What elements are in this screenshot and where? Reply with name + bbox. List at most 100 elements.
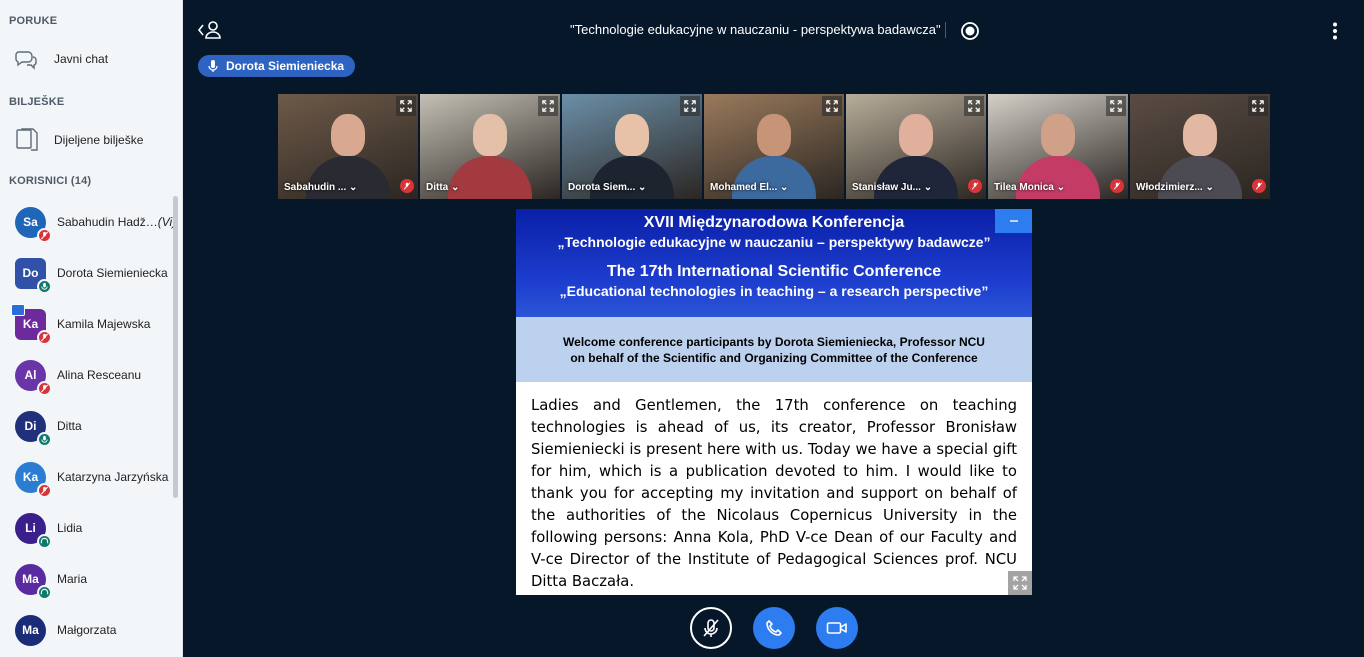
user-name: Alina Resceanu (57, 368, 141, 382)
meeting-title: "Technologie edukacyjne w nauczaniu - pe… (570, 22, 941, 37)
fullscreen-video-button[interactable] (396, 96, 416, 116)
video-tile[interactable]: Sabahudin ... ⌄ (278, 94, 418, 199)
avatar: Li (15, 512, 52, 549)
user-list-item[interactable]: Ka Katarzyna Jarzyńska (15, 459, 175, 498)
muted-microphone-icon (1252, 179, 1266, 193)
share-webcam-button[interactable] (816, 607, 858, 649)
avatar: Sa (15, 206, 52, 243)
chevron-down-icon: ⌄ (346, 182, 358, 193)
video-name: Stanisław Ju... (852, 182, 921, 193)
user-list-item[interactable]: Ma Małgorzata (15, 612, 175, 648)
expand-icon (1013, 576, 1027, 590)
fullscreen-video-button[interactable] (1106, 96, 1126, 116)
avatar: Ka (15, 461, 52, 498)
video-name-label[interactable]: Stanisław Ju... ⌄ (852, 182, 932, 193)
video-camera-icon (826, 622, 847, 634)
video-name-label[interactable]: Ditta ⌄ (426, 182, 459, 193)
avatar-initials: Ka (22, 470, 39, 484)
video-tile[interactable]: Stanisław Ju... ⌄ (846, 94, 986, 199)
video-name-label[interactable]: Włodzimierz... ⌄ (1136, 182, 1214, 193)
video-name: Tilea Monica (994, 182, 1054, 193)
video-name: Włodzimierz... (1136, 182, 1203, 193)
video-tile[interactable]: Mohamed El... ⌄ (704, 94, 844, 199)
user-name-text: Maria (57, 572, 88, 586)
users-section-title: KORISNICI (14) (9, 175, 92, 187)
chevron-down-icon: ⌄ (920, 182, 933, 193)
shared-notes-link[interactable]: Dijeljene bilješke (14, 126, 143, 154)
user-name-text: Kamila Majewska (57, 317, 151, 331)
slide-body-text: Ladies and Gentlemen, the 17th conferenc… (531, 397, 1017, 590)
fullscreen-video-button[interactable] (964, 96, 984, 116)
fullscreen-video-button[interactable] (538, 96, 558, 116)
video-name: Dorota Siem... (568, 182, 636, 193)
unmute-button[interactable] (690, 607, 732, 649)
slide-title-en: The 17th International Scientific Confer… (606, 263, 942, 280)
video-tile[interactable]: Włodzimierz... ⌄ (1130, 94, 1270, 199)
talking-indicator-name: Dorota Siemieniecka (226, 59, 345, 73)
slide-welcome-line-2: on behalf of the Scientific and Organizi… (570, 351, 978, 365)
user-list-item[interactable]: Sa Sabahudin Hadž…(Vi) (15, 204, 176, 243)
fullscreen-presentation-button[interactable] (1008, 571, 1032, 595)
presentation-slide: XVII Międzynarodowa Konferencja „Technol… (516, 209, 1032, 595)
toggle-userlist-button[interactable] (197, 20, 222, 45)
top-bar: "Technologie edukacyjne w nauczaniu - pe… (184, 0, 1364, 60)
fullscreen-video-button[interactable] (680, 96, 700, 116)
user-list-item[interactable]: Di Ditta (15, 408, 175, 447)
expand-icon (684, 100, 696, 112)
fullscreen-video-button[interactable] (822, 96, 842, 116)
user-list-item[interactable]: Li Lidia (15, 510, 175, 549)
video-name: Ditta (426, 182, 449, 193)
leave-audio-button[interactable] (753, 607, 795, 649)
avatar: Ma (15, 563, 52, 600)
chevron-down-icon: ⌄ (777, 182, 789, 193)
minimize-presentation-button[interactable] (995, 209, 1032, 233)
avatar: Do (15, 257, 52, 294)
chevron-down-icon: ⌄ (1202, 182, 1214, 193)
video-tile[interactable]: Tilea Monica ⌄ (988, 94, 1128, 199)
video-name: Mohamed El... (710, 182, 778, 193)
avatar-initials: Di (24, 419, 37, 433)
public-chat-link[interactable]: Javni chat (14, 46, 108, 72)
avatar-initials: Do (22, 266, 39, 280)
muted-microphone-icon (37, 329, 52, 345)
conference-app: PORUKE Javni chat BILJEŠKE Dijeljene bil… (0, 0, 1364, 657)
video-tile[interactable]: Dorota Siem... ⌄ (562, 94, 702, 199)
muted-microphone-icon (37, 227, 52, 243)
fullscreen-video-button[interactable] (1248, 96, 1268, 116)
avatar-initials: Al (24, 368, 37, 382)
chevron-down-icon: ⌄ (1053, 182, 1066, 193)
avatar-initials: Ka (22, 317, 39, 331)
headphones-icon (37, 533, 52, 549)
sidebar: PORUKE Javni chat BILJEŠKE Dijeljene bil… (0, 0, 183, 657)
recording-button[interactable] (960, 21, 980, 46)
main-area: "Technologie edukacyjne w nauczaniu - pe… (184, 0, 1364, 657)
expand-icon (1252, 100, 1264, 112)
options-menu-button[interactable] (1330, 21, 1340, 46)
muted-microphone-icon (1110, 179, 1124, 193)
slide-welcome-band: Welcome conference participants by Dorot… (516, 317, 1032, 382)
user-name: Ditta (57, 419, 82, 433)
user-name-text: Sabahudin Hadž… (57, 215, 158, 229)
shared-notes-label: Dijeljene bilješke (54, 133, 144, 147)
video-name-label[interactable]: Mohamed El... ⌄ (710, 182, 788, 193)
avatar-initials: Li (25, 521, 36, 535)
chevron-down-icon: ⌄ (635, 182, 647, 193)
microphone-muted-icon (703, 619, 719, 637)
video-name-label[interactable]: Tilea Monica ⌄ (994, 182, 1065, 193)
video-name-label[interactable]: Dorota Siem... ⌄ (568, 182, 646, 193)
slide-subtitle-pl: „Technologie edukacyjne w nauczaniu – pe… (557, 234, 991, 250)
user-list-item[interactable]: Ka Kamila Majewska (11, 303, 175, 345)
presenter-icon (11, 303, 25, 316)
user-list-item[interactable]: Al Alina Resceanu (15, 357, 175, 396)
user-list-item[interactable]: Do Dorota Siemieniecka (15, 255, 175, 294)
user-name: Sabahudin Hadž…(Vi) (57, 215, 176, 229)
user-list-item[interactable]: Ma Maria (15, 561, 175, 600)
talking-indicator[interactable]: Dorota Siemieniecka (198, 55, 356, 77)
user-name-text: Małgorzata (57, 623, 117, 637)
video-tile[interactable]: Ditta ⌄ (420, 94, 560, 199)
user-name: Małgorzata (57, 623, 116, 637)
user-name: Kamila Majewska (57, 317, 150, 331)
sidebar-scrollbar[interactable] (173, 196, 178, 498)
video-name: Sabahudin ... (284, 182, 347, 193)
video-name-label[interactable]: Sabahudin ... ⌄ (284, 182, 357, 193)
